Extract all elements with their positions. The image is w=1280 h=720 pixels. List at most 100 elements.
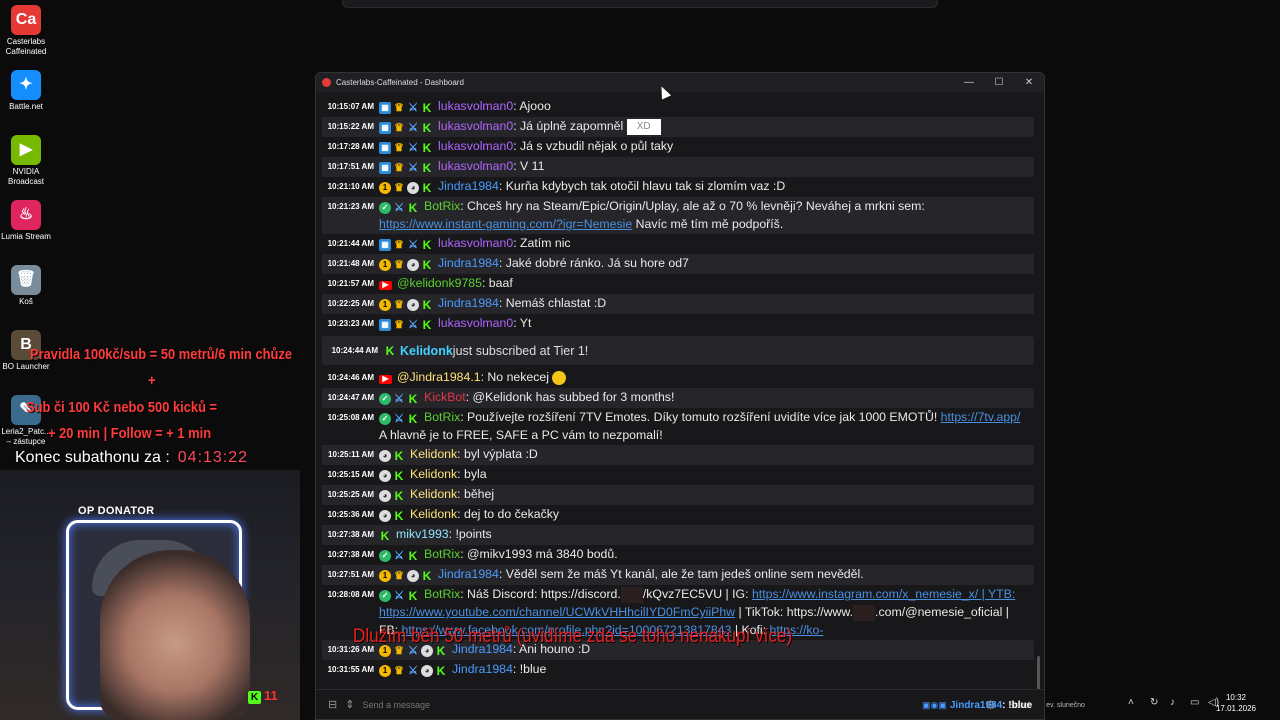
chat-username[interactable]: lukasvolman0 [438, 236, 513, 250]
crown-icon: ♛ [394, 259, 404, 272]
crown-icon: ♛ [394, 570, 404, 583]
moderator-sword-icon: ⚔ [408, 122, 418, 135]
chat-username[interactable]: Jindra1984 [438, 256, 499, 270]
gift-badge-icon: 1 [379, 665, 391, 678]
kick-platform-icon: K [422, 318, 432, 333]
alert-text: just subscribed at Tier 1! [452, 343, 589, 358]
recycle-bin-icon: 🗑 [11, 265, 41, 295]
chat-username[interactable]: Jindra1984 [438, 179, 499, 193]
message-text: : Chceš hry na Steam/Epic/Origin/Uplay, … [460, 199, 925, 213]
message-text: : Věděl sem že máš Yt kanál, ale že tam … [498, 567, 864, 581]
avatar-badge-icon: ◕ [379, 510, 391, 523]
chat-message[interactable]: 10:21:44 AM ▦ ♛ ⚔ Klukasvolman0: Zatím nic [322, 234, 1034, 254]
message-link[interactable]: https://7tv.app/ [941, 410, 1021, 424]
moderator-sword-icon: ⚔ [394, 550, 404, 563]
moderator-sword-icon: ⚔ [394, 202, 404, 215]
desktop-shortcut-label: BO Launcher [2, 362, 50, 371]
maximize-button[interactable]: ☐ [984, 73, 1014, 92]
microphone-icon[interactable]: ♪ [1170, 697, 1175, 708]
message-text: /kQvz7EC5VU | IG: [642, 587, 752, 601]
chat-message[interactable]: 10:21:23 AM ✓ ⚔ K BotRix: Chceš hry na Steam… [322, 197, 1034, 234]
desktop-shortcut[interactable]: ♨ Lumia Stream [0, 200, 52, 242]
gift-badge-icon: 1 [379, 299, 391, 312]
minimize-button[interactable]: — [954, 73, 984, 92]
message-text: A hlavně je to FREE, SAFE a PC vám to ne… [379, 428, 663, 442]
chat-message[interactable]: 10:21:48 AM 1 ♛ ◕ K Jindra1984: Jaké dobré rá… [322, 254, 1034, 274]
close-button[interactable]: ✕ [1014, 73, 1044, 92]
sync-icon[interactable]: ↻ [1150, 697, 1158, 708]
message-text: : dej to do čekačky [457, 507, 560, 521]
message-timestamp: 10:21:44 AM [327, 239, 374, 248]
chat-username[interactable]: Kelidonk [410, 467, 457, 481]
chat-scrollbar[interactable] [1037, 656, 1040, 692]
chat-message[interactable]: 10:25:08 AM ✓ ⚔ K BotRix: Používejte rozšíře… [322, 408, 1034, 445]
chat-message[interactable]: 10:25:15 AM ◕ K Kelidonk: byla [322, 465, 1034, 485]
message-timestamp: 10:31:55 AM [327, 665, 374, 674]
kick-platform-icon: K [385, 343, 395, 358]
chat-username[interactable]: BotRix [424, 547, 460, 561]
chat-username[interactable]: Jindra1984 [438, 567, 499, 581]
moderator-sword-icon: ⚔ [408, 162, 418, 175]
ticker-user: Jindra1984 [949, 699, 1003, 711]
moderator-sword-icon: ⚔ [408, 142, 418, 155]
chat-message[interactable]: 10:25:36 AM ◕ K Kelidonk: dej to do čekačky [322, 505, 1034, 525]
chevron-up-icon[interactable]: ˄ [1128, 697, 1134, 708]
network-icon[interactable]: ▭ [1190, 697, 1199, 708]
chat-username[interactable]: lukasvolman0 [438, 316, 513, 330]
message-timestamp: 10:21:48 AM [327, 259, 374, 268]
sub-badge-icon: ▦ [379, 239, 391, 252]
chat-message[interactable]: 10:23:23 AM ▦ ♛ ⚔ Klukasvolman0: Yt [322, 314, 1034, 334]
message-timestamp: 10:21:10 AM [327, 182, 374, 191]
chat-username[interactable]: @Jindra1984.1 [397, 370, 481, 384]
lumia-icon: ♨ [11, 200, 41, 230]
sub-badge-icon: ▦ [379, 142, 391, 155]
chat-username[interactable]: BotRix [424, 410, 460, 424]
desktop-shortcut[interactable]: ✦ Battle.net [0, 70, 52, 112]
alert-username[interactable]: Kelidonk [400, 344, 453, 358]
chat-message[interactable]: 10:25:25 AM ◕ K Kelidonk: běhej [322, 485, 1034, 505]
chat-message[interactable]: 10:27:38 AM ✓ ⚔ K BotRix: @mikv1993 má 3840 … [322, 545, 1034, 565]
chat-message[interactable]: 10:17:28 AM ▦ ♛ ⚔ Klukasvolman0: Já s vzbudi… [322, 137, 1034, 157]
chat-username[interactable]: @kelidonk9785 [397, 276, 482, 290]
chat-username[interactable]: Kelidonk [410, 447, 457, 461]
clock-date: 17.01.2026 [1215, 704, 1256, 713]
chat-username[interactable]: Jindra1984 [438, 296, 499, 310]
chat-log[interactable]: 10:15:07 AM ▦ ♛ ⚔ Klukasvolman0: Ajooo 10:15:… [322, 97, 1034, 687]
chat-username[interactable]: lukasvolman0 [438, 99, 513, 113]
desktop-shortcut[interactable]: ▶ NVIDIA Broadcast [0, 135, 52, 187]
chat-message[interactable]: 10:15:07 AM ▦ ♛ ⚔ Klukasvolman0: Ajooo [322, 97, 1034, 117]
message-timestamp: 10:21:23 AM [327, 202, 374, 211]
chat-username[interactable]: lukasvolman0 [438, 159, 513, 173]
chat-message[interactable]: 10:15:22 AM ▦ ♛ ⚔ Klukasvolman0: Já úplně za… [322, 117, 1034, 137]
chat-username[interactable]: lukasvolman0 [438, 139, 513, 153]
chat-username[interactable]: lukasvolman0 [438, 119, 513, 133]
chat-username[interactable]: KickBot [424, 390, 466, 404]
chat-username[interactable]: BotRix [424, 587, 460, 601]
kick-platform-icon: K [394, 449, 404, 464]
chat-message[interactable]: 10:22:25 AM 1 ♛ ◕ K Jindra1984: Nemáš chlasta… [322, 294, 1034, 314]
chat-username[interactable]: Kelidonk [410, 487, 457, 501]
chat-message-input[interactable] [362, 699, 923, 710]
chat-message[interactable]: 10:25:11 AM ◕ K Kelidonk: byl výplata :D [322, 445, 1034, 465]
chat-username[interactable]: Kelidonk [410, 507, 457, 521]
chat-message[interactable]: 10:24:47 AM ✓ ⚔ K KickBot: @Kelidonk has sub… [322, 388, 1034, 408]
chat-message[interactable]: 10:21:57 AM ▶ @kelidonk9785: baaf [322, 274, 1034, 294]
chat-message[interactable]: 10:27:51 AM 1 ♛ ◕ K Jindra1984: Věděl sem že … [322, 565, 1034, 585]
chat-message[interactable]: 10:24:46 AM ▶ @Jindra1984.1: No nekecej [322, 368, 1034, 388]
chat-message[interactable]: 10:31:55 AM 1 ♛ ⚔ ◕ K Jindra1984: !blue [322, 660, 1034, 680]
window-titlebar[interactable]: Casterlabs-Caffeinated - Dashboard — ☐ ✕ [316, 73, 1044, 92]
chat-message[interactable]: 10:21:10 AM 1 ♛ ◕ K Jindra1984: Kurňa kdybych… [322, 177, 1034, 197]
chat-message[interactable]: 10:17:51 AM ▦ ♛ ⚔ Klukasvolman0: V 11 [322, 157, 1034, 177]
desktop-shortcut[interactable]: Ca Casterlabs Caffeinated [0, 5, 52, 57]
chat-username[interactable]: mikv1993 [396, 527, 449, 541]
message-link[interactable]: https://www.instant-gaming.com/?igr=Neme… [379, 217, 632, 231]
chat-mode-icon[interactable]: ⊟ [328, 698, 337, 711]
bot-badge-icon: ✓ [379, 202, 391, 215]
avatar-badge-icon: ◕ [407, 259, 419, 272]
chat-username[interactable]: Jindra1984 [452, 662, 513, 676]
chat-message[interactable]: 10:27:38 AM Kmikv1993: !points [322, 525, 1034, 545]
desktop-shortcut[interactable]: 🗑 Koš [0, 265, 52, 307]
chevron-updown-icon[interactable]: ⇕ [345, 698, 354, 711]
system-clock[interactable]: 10:32 17.01.2026 [1216, 692, 1256, 714]
chat-username[interactable]: BotRix [424, 199, 460, 213]
